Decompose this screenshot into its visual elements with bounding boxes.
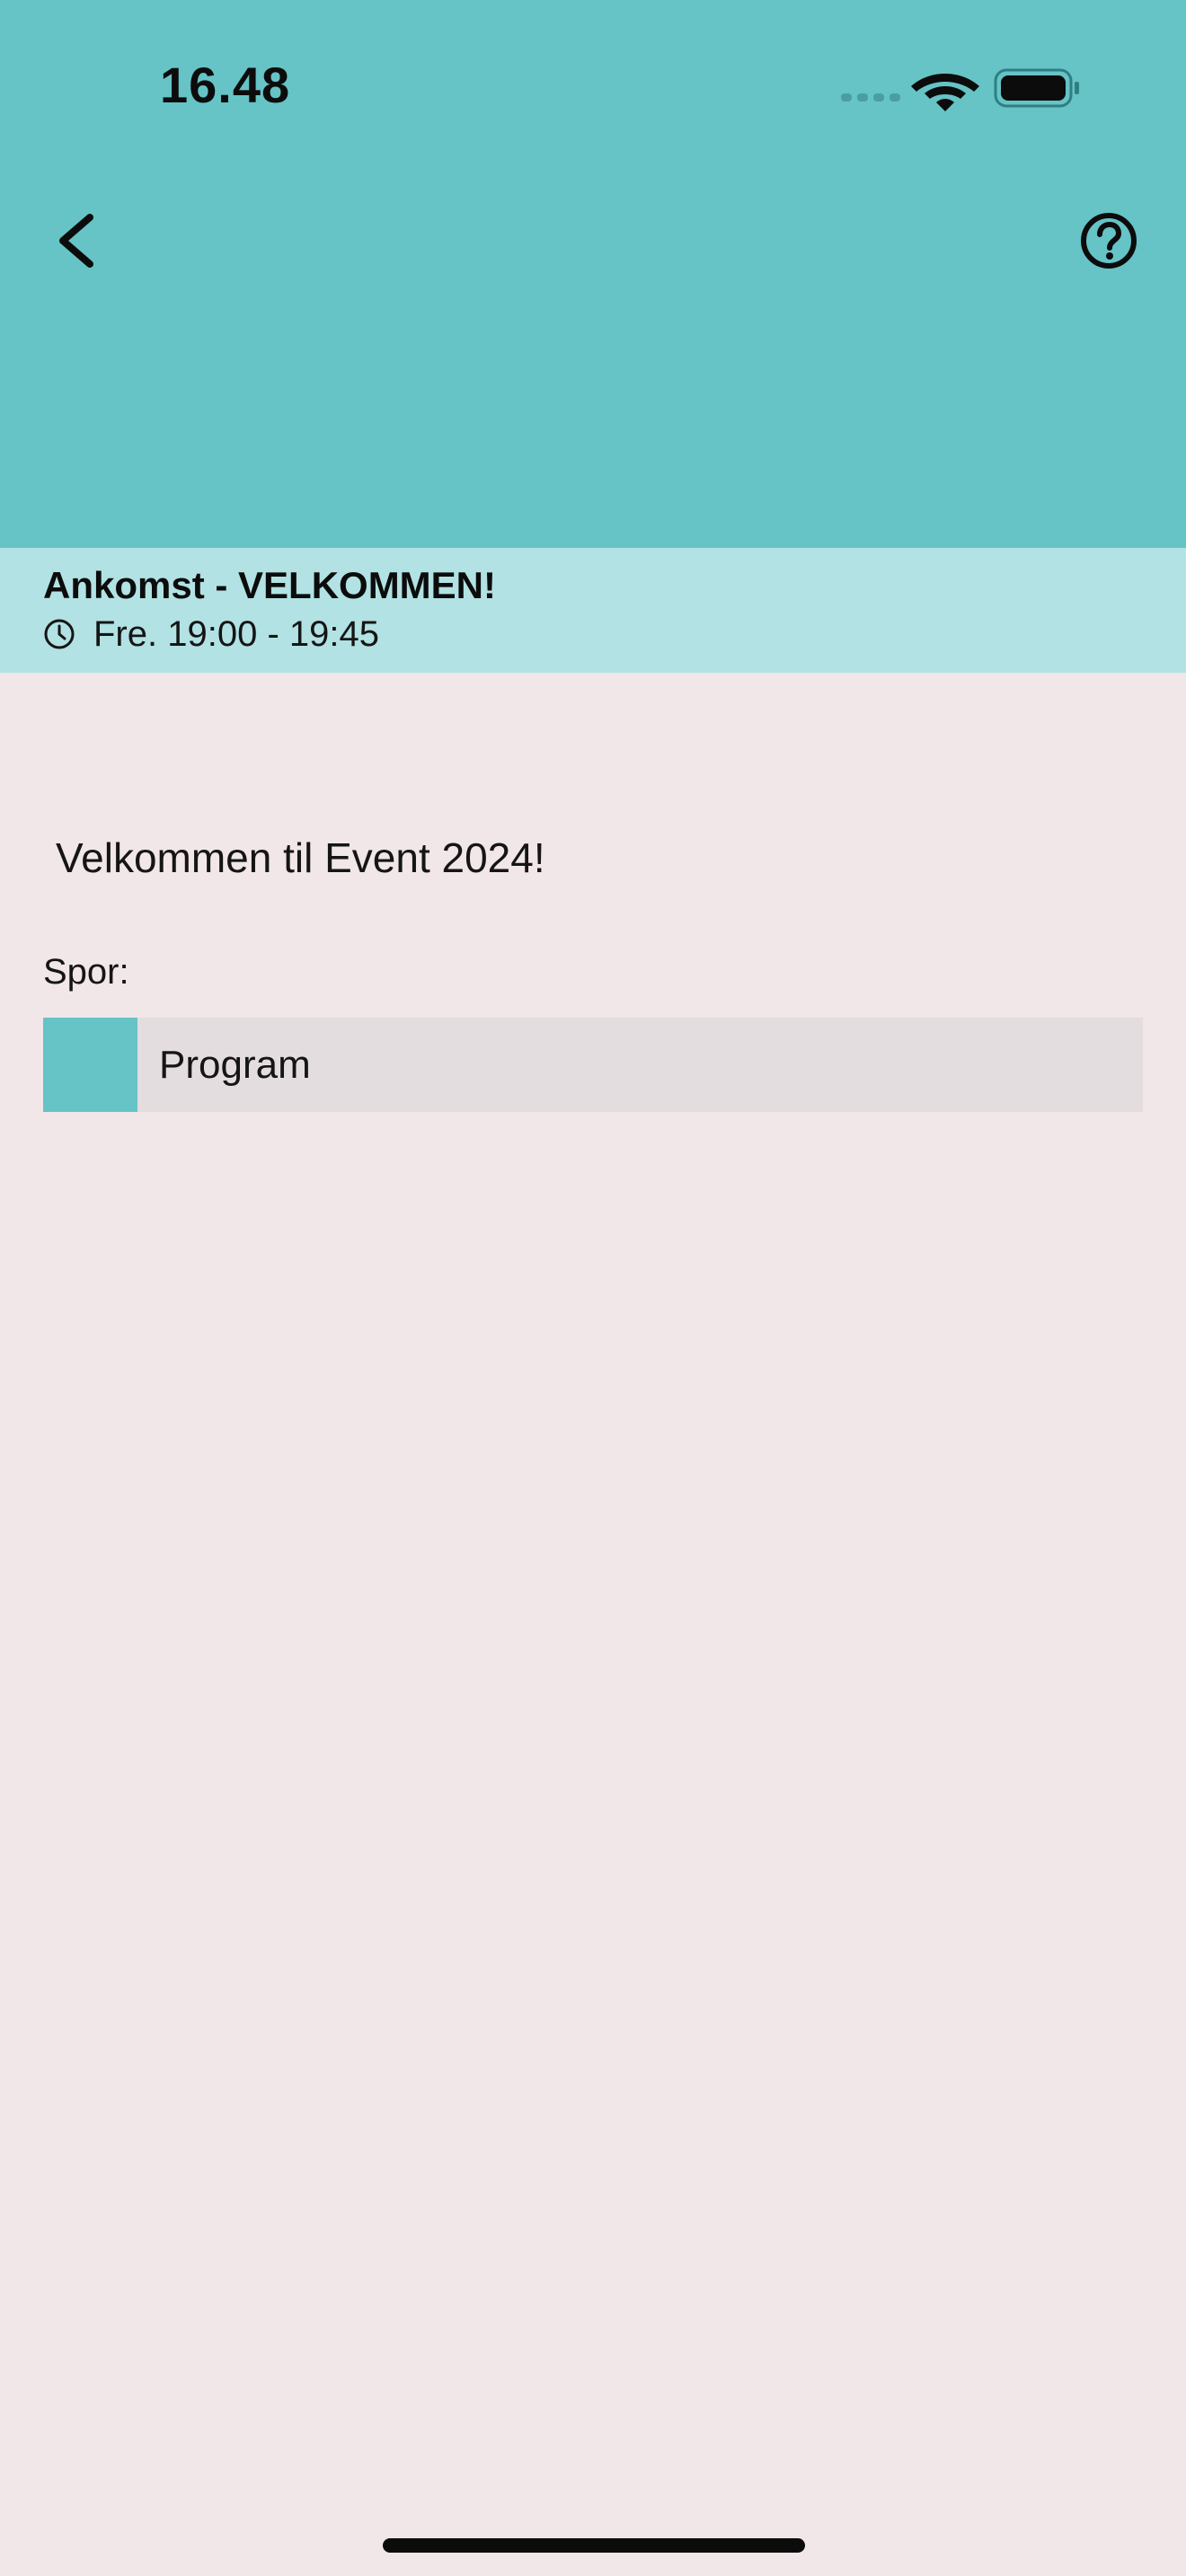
status-icons xyxy=(841,68,1079,111)
chevron-left-icon xyxy=(59,214,93,268)
session-time: Fre. 19:00 - 19:45 xyxy=(93,613,379,654)
back-button[interactable] xyxy=(43,205,108,277)
session-description: Velkommen til Event 2024! xyxy=(56,834,545,881)
header: 16.48 xyxy=(0,0,1186,548)
wifi-icon xyxy=(911,74,979,111)
session-title: Ankomst - VELKOMMEN! xyxy=(43,564,496,606)
session-time-row: Fre. 19:00 - 19:45 xyxy=(43,611,379,657)
battery-icon xyxy=(994,68,1079,108)
clock-icon xyxy=(44,619,75,649)
tracks-label: Spor: xyxy=(43,952,129,992)
cellular-signal-icon xyxy=(841,93,900,101)
question-circle-icon xyxy=(1081,213,1137,269)
track-item[interactable]: Program xyxy=(43,1018,1143,1112)
track-name: Program xyxy=(159,1042,311,1087)
track-color-swatch xyxy=(43,1018,137,1112)
status-time: 16.48 xyxy=(160,57,291,113)
help-button[interactable] xyxy=(1076,208,1141,273)
home-indicator[interactable] xyxy=(383,2538,805,2553)
